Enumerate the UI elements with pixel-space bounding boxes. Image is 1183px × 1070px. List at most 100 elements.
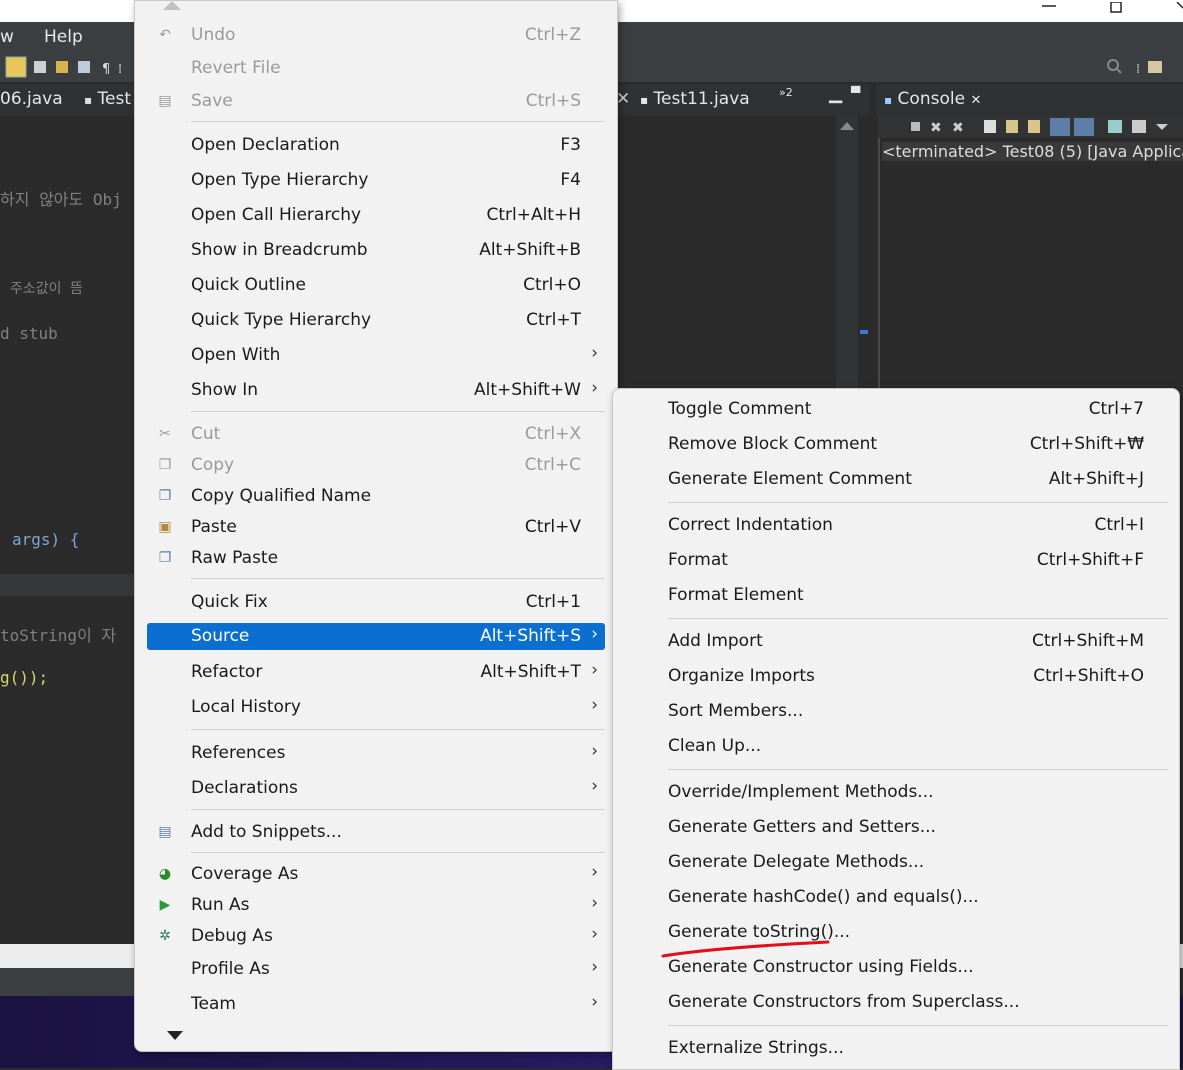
toolbar-icon [78, 61, 90, 73]
editor-left-pane[interactable]: 하지 않아도 Obj 주소값이 뜸 d stub args) { toStrin… [0, 116, 140, 944]
menu-item-team[interactable]: Team › [147, 988, 605, 1022]
scroll-up-icon[interactable] [840, 122, 854, 130]
close-icon: ✕ [970, 93, 982, 108]
menu-item-declarations[interactable]: Declarations › [147, 772, 605, 806]
submenu-item-externalize-strings[interactable]: Externalize Strings... [613, 1033, 1179, 1067]
chevron-right-icon: › [591, 776, 598, 796]
minimize-icon[interactable]: ▁ [829, 84, 842, 104]
menu-item-local-history[interactable]: Local History › [147, 691, 605, 725]
menu-item-quick-outline[interactable]: Quick Outline Ctrl+O [147, 269, 605, 303]
menu-item-open-declaration[interactable]: Open Declaration F3 [147, 129, 605, 163]
menu-item-revert-file[interactable]: Revert File [147, 52, 605, 86]
menu-item-show-in-breadcrumb[interactable]: Show in Breadcrumb Alt+Shift+B [147, 234, 605, 268]
submenu-item-clean-up[interactable]: Clean Up... [613, 731, 1179, 765]
menu-item-refactor[interactable]: Refactor Alt+Shift+T › [147, 656, 605, 690]
submenu-item-organize-imports[interactable]: Organize Imports Ctrl+Shift+O [613, 661, 1179, 695]
scroll-down-icon[interactable] [167, 1031, 183, 1040]
menu-item-debug-as[interactable]: ✲ Debug As › [147, 920, 605, 954]
menu-item-coverage-as[interactable]: ◕ Coverage As › [147, 858, 605, 892]
submenu-item-format[interactable]: Format Ctrl+Shift+F [613, 545, 1179, 579]
copy-qualified-icon: ❐ [158, 488, 172, 504]
menu-item-open-call-hierarchy[interactable]: Open Call Hierarchy Ctrl+Alt+H [147, 199, 605, 233]
menu-item-undo[interactable]: ↶ Undo Ctrl+Z [147, 19, 605, 53]
tab-test-partial[interactable]: ▪ Test [84, 89, 131, 109]
console-tabbar: ▪ Console ✕ [876, 84, 1183, 116]
menu-item-run-as[interactable]: ▶ Run As › [147, 889, 605, 923]
code-comment-line: 주소값이 뜸 [10, 281, 83, 297]
submenu-item-remove-block-comment[interactable]: Remove Block Comment Ctrl+Shift+₩ [613, 429, 1179, 463]
menu-item-open-with[interactable]: Open With › [147, 339, 605, 373]
console-icon: ▪ [884, 93, 893, 107]
menu-item-cut[interactable]: ✂ Cut Ctrl+X [147, 418, 605, 452]
menu-item-raw-paste[interactable]: ❐ Raw Paste [147, 542, 605, 576]
remove-launch-icon: ✖ [930, 120, 942, 136]
submenu-item-sort-members[interactable]: Sort Members... [613, 696, 1179, 730]
menu-help[interactable]: Help [44, 27, 83, 47]
menu-item-profile-as[interactable]: Profile As › [147, 953, 605, 987]
menu-item-references[interactable]: References › [147, 737, 605, 771]
code-line: g()); [0, 668, 49, 687]
toolbar-icons[interactable]: ¶ ⁞ [4, 56, 136, 78]
scroll-up-icon[interactable] [163, 1, 181, 10]
toolbar-icon [34, 61, 46, 73]
menu-item-open-type-hierarchy[interactable]: Open Type Hierarchy F4 [147, 164, 605, 198]
tab-test06[interactable]: 06.java [0, 89, 63, 109]
chevron-right-icon: › [591, 924, 598, 944]
menu-item-save[interactable]: ▤ Save Ctrl+S [147, 85, 605, 119]
maximize-icon[interactable]: ▀ [851, 86, 860, 100]
submenu-item-generate-hashcode-equals[interactable]: Generate hashCode() and equals()... [613, 882, 1179, 916]
search-icon [1107, 59, 1119, 71]
coverage-icon: ◕ [158, 866, 172, 882]
submenu-item-generate-delegate-methods[interactable]: Generate Delegate Methods... [613, 847, 1179, 881]
tab-console[interactable]: ▪ Console ✕ [884, 89, 981, 109]
menu-separator [668, 1025, 1168, 1026]
toolbar-icon [56, 61, 68, 73]
menu-item-show-in[interactable]: Show In Alt+Shift+W › [147, 374, 605, 408]
submenu-item-format-element[interactable]: Format Element [613, 580, 1179, 614]
debug-icon: ✲ [159, 928, 171, 944]
run-icon: ▶ [159, 897, 171, 913]
submenu-item-add-import[interactable]: Add Import Ctrl+Shift+M [613, 626, 1179, 660]
raw-paste-icon: ❐ [158, 550, 172, 566]
menu-item-add-to-snippets[interactable]: ▤ Add to Snippets... [147, 816, 605, 850]
submenu-item-generate-constructors-from-superclass[interactable]: Generate Constructors from Superclass... [613, 987, 1179, 1021]
console-status: <terminated> Test08 (5) [Java Applica [882, 142, 1183, 161]
menu-window[interactable]: w [0, 27, 14, 47]
menu-item-quick-type-hierarchy[interactable]: Quick Type Hierarchy Ctrl+T [147, 304, 605, 338]
toolbar-right-icons[interactable]: ⁞ [1106, 58, 1183, 78]
editor-middle-pane[interactable] [616, 116, 860, 388]
menu-separator [191, 809, 605, 810]
menu-separator [191, 411, 605, 412]
pilcrow-icon: ¶ [102, 62, 110, 77]
code-comment-line: 하지 않아도 Obj [0, 190, 122, 209]
menu-item-copy[interactable]: ❐ Copy Ctrl+C [147, 449, 605, 483]
submenu-item-toggle-comment[interactable]: Toggle Comment Ctrl+7 [613, 394, 1179, 428]
submenu-item-generate-getters-setters[interactable]: Generate Getters and Setters... [613, 812, 1179, 846]
window-controls [1042, 2, 1183, 13]
editor-tabbar-middle: ✕ ▪ Test11.java »2 ▁ ▀ [616, 84, 870, 116]
editor-scrollbar[interactable] [836, 116, 868, 388]
paste-icon: ▣ [158, 519, 172, 535]
close-icon [1176, 2, 1183, 9]
highlight-toggle-icon [5, 56, 27, 78]
submenu-item-override-implement-methods[interactable]: Override/Implement Methods... [613, 777, 1179, 811]
close-icon[interactable]: ✕ [616, 89, 630, 109]
menu-separator [668, 769, 1168, 770]
menu-item-source[interactable]: Source Alt+Shift+S › [147, 623, 605, 650]
submenu-item-generate-element-comment[interactable]: Generate Element Comment Alt+Shift+J [613, 464, 1179, 498]
chevron-right-icon: › [591, 992, 598, 1012]
menu-item-quick-fix[interactable]: Quick Fix Ctrl+1 [147, 586, 605, 620]
menu-separator [191, 852, 605, 853]
console-toolbar-icons[interactable]: ✖ ✖ [878, 116, 1183, 138]
tab-test11[interactable]: ▪ Test11.java [640, 89, 750, 109]
editor-tabbar-left: 06.java ▪ Test [0, 84, 140, 116]
show-console-icon [1050, 118, 1070, 136]
menu-item-paste[interactable]: ▣ Paste Ctrl+V [147, 511, 605, 545]
stop-icon [911, 122, 920, 131]
submenu-item-correct-indentation[interactable]: Correct Indentation Ctrl+I [613, 510, 1179, 544]
copy-icon: ❐ [158, 457, 172, 473]
svg-text:⁞: ⁞ [118, 62, 122, 77]
menu-item-copy-qualified-name[interactable]: ❐ Copy Qualified Name [147, 480, 605, 514]
clear-console-icon [984, 120, 996, 133]
tab-overflow[interactable]: »2 [779, 86, 793, 99]
